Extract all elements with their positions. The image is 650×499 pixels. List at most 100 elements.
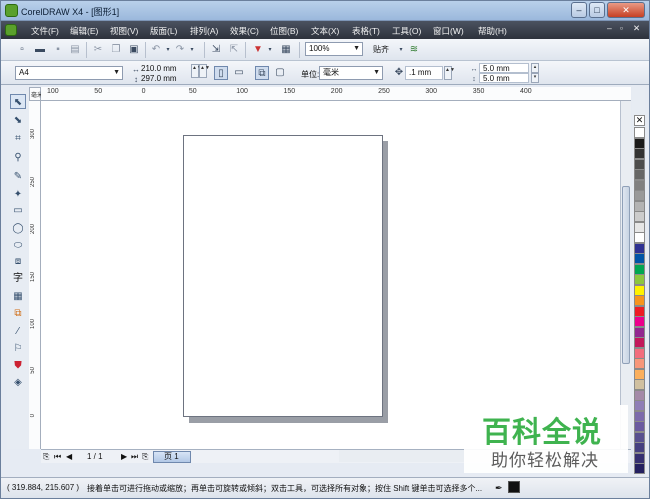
ruler-origin[interactable]: 毫米 (29, 87, 43, 101)
palette-swatch[interactable] (634, 410, 645, 422)
palette-swatch[interactable] (634, 200, 645, 212)
palette-swatch[interactable] (634, 127, 645, 138)
maximize-button[interactable]: □ (589, 2, 605, 18)
dup-x-spinner[interactable]: ▴ (531, 63, 539, 73)
vertical-scrollbar[interactable] (620, 101, 631, 449)
palette-swatch[interactable] (634, 368, 645, 380)
palette-swatch[interactable] (634, 431, 645, 443)
insert-page-icon[interactable]: ⎘ (43, 452, 49, 462)
zoom-combo[interactable]: 100% ▼ (305, 42, 363, 56)
palette-swatch[interactable] (634, 316, 645, 327)
palette-swatch[interactable] (634, 337, 645, 348)
height-spinner[interactable]: ▲▼ (199, 64, 210, 78)
palette-swatch[interactable] (634, 295, 645, 306)
nudge-spinner[interactable]: ▲▼ (444, 66, 455, 80)
welcome-icon[interactable]: ▦ (279, 43, 293, 57)
prev-page-icon[interactable]: ◀ (66, 452, 72, 461)
page-width-field[interactable]: 210.0 mm (141, 64, 177, 73)
print-icon[interactable]: ▤ (68, 43, 82, 57)
basic-shapes-tool-icon[interactable]: ⧈ (10, 254, 26, 269)
copy-icon[interactable]: ❐ (109, 43, 123, 57)
current-page-icon[interactable]: ▢ (273, 66, 287, 80)
first-page-icon[interactable]: ⏮ (54, 452, 61, 462)
palette-swatch[interactable] (634, 379, 645, 390)
menu-layout[interactable]: 版面(L) (150, 25, 177, 37)
minimize-button[interactable]: – (571, 2, 587, 18)
snap-to-menu[interactable]: 贴齐 (373, 44, 389, 55)
palette-swatch[interactable] (634, 326, 645, 338)
snap-dropdown-icon[interactable]: ▾ (394, 43, 408, 57)
menu-tools[interactable]: 工具(O) (392, 25, 421, 37)
duplicate-x-field[interactable]: 5.0 mm (479, 63, 529, 73)
palette-swatch[interactable] (634, 284, 645, 296)
paper-size-select[interactable]: A4 ▼ (15, 66, 123, 80)
launcher-dropdown-icon[interactable]: ▾ (263, 43, 277, 57)
paste-icon[interactable]: ▣ (127, 43, 141, 57)
menu-help[interactable]: 帮助(H) (478, 25, 507, 37)
next-page-icon[interactable]: ▶ (121, 452, 127, 461)
landscape-icon[interactable]: ▭ (232, 66, 246, 80)
drawing-page[interactable] (183, 135, 383, 417)
outline-color-swatch[interactable] (508, 481, 520, 493)
palette-swatch[interactable] (634, 190, 645, 201)
rectangle-tool-icon[interactable]: ▭ (10, 203, 26, 218)
pick-tool-icon[interactable]: ⬉ (10, 94, 26, 109)
doc-minimize-button[interactable]: – (607, 23, 612, 33)
dup-y-spinner[interactable]: ▾ (531, 73, 539, 83)
palette-swatch[interactable] (634, 179, 645, 191)
palette-swatch[interactable] (634, 232, 645, 243)
menu-window[interactable]: 窗口(W) (433, 25, 464, 37)
smart-fill-tool-icon[interactable]: ✦ (10, 187, 26, 202)
export-icon[interactable]: ⇱ (227, 43, 241, 57)
coreldraw-app-icon[interactable] (5, 4, 18, 17)
open-icon[interactable]: ▬ (33, 43, 47, 57)
import-icon[interactable]: ⇲ (209, 43, 223, 57)
no-fill-swatch[interactable]: ✕ (634, 115, 645, 126)
outline-tool-icon[interactable]: ⚐ (10, 341, 26, 356)
menu-table[interactable]: 表格(T) (352, 25, 380, 37)
palette-swatch[interactable] (634, 305, 645, 317)
save-icon[interactable]: ▪ (51, 43, 65, 57)
redo-dropdown-icon[interactable]: ▾ (185, 43, 199, 57)
freehand-tool-icon[interactable]: ✎ (10, 169, 26, 184)
menu-effects[interactable]: 效果(C) (230, 25, 259, 37)
palette-swatch[interactable] (634, 400, 645, 411)
palette-swatch[interactable] (634, 137, 645, 149)
palette-swatch[interactable] (634, 452, 645, 464)
vertical-ruler[interactable]: 300 250 200 150 100 50 0 (29, 101, 41, 449)
palette-swatch[interactable] (634, 263, 645, 275)
palette-swatch[interactable] (634, 274, 645, 285)
palette-swatch[interactable] (634, 169, 645, 180)
palette-swatch[interactable] (634, 148, 645, 159)
palette-swatch[interactable] (634, 389, 645, 401)
palette-swatch[interactable] (634, 253, 645, 264)
palette-swatch[interactable] (634, 421, 645, 432)
palette-swatch[interactable] (634, 358, 645, 369)
new-icon[interactable]: ▫ (15, 43, 29, 57)
doc-close-button[interactable]: ✕ (633, 23, 640, 34)
text-tool-icon[interactable]: 字 (10, 271, 26, 286)
palette-swatch[interactable] (634, 442, 645, 453)
polygon-tool-icon[interactable]: ⬭ (10, 238, 26, 253)
duplicate-y-field[interactable]: 5.0 mm (479, 73, 529, 83)
eyedropper-tool-icon[interactable]: ⁄ (10, 324, 26, 339)
all-pages-icon[interactable]: ⧉ (255, 66, 269, 80)
document-icon[interactable] (5, 24, 17, 36)
zoom-tool-icon[interactable]: ⚲ (10, 150, 26, 165)
pen-icon[interactable]: ✒ (495, 483, 503, 494)
portrait-icon[interactable]: ▯ (214, 66, 228, 80)
close-button[interactable]: ✕ (607, 2, 645, 18)
options-icon[interactable]: ≋ (407, 43, 421, 57)
table-tool-icon[interactable]: ▦ (10, 289, 26, 304)
width-spinner[interactable]: ▲▼ (191, 64, 202, 78)
last-page-icon[interactable]: ⏭ (131, 452, 138, 462)
palette-swatch[interactable] (634, 242, 645, 254)
menu-arrange[interactable]: 排列(A) (190, 25, 218, 37)
shape-tool-icon[interactable]: ⬊ (10, 113, 26, 128)
horizontal-ruler[interactable]: 100 50 0 50 100 150 200 250 300 350 400 (41, 87, 631, 101)
doc-restore-button[interactable]: ▫ (620, 23, 623, 33)
menu-edit[interactable]: 编辑(E) (70, 25, 98, 37)
nudge-field[interactable]: .1 mm (405, 66, 443, 80)
palette-swatch[interactable] (634, 347, 645, 359)
crop-tool-icon[interactable]: ⌗ (10, 131, 26, 146)
